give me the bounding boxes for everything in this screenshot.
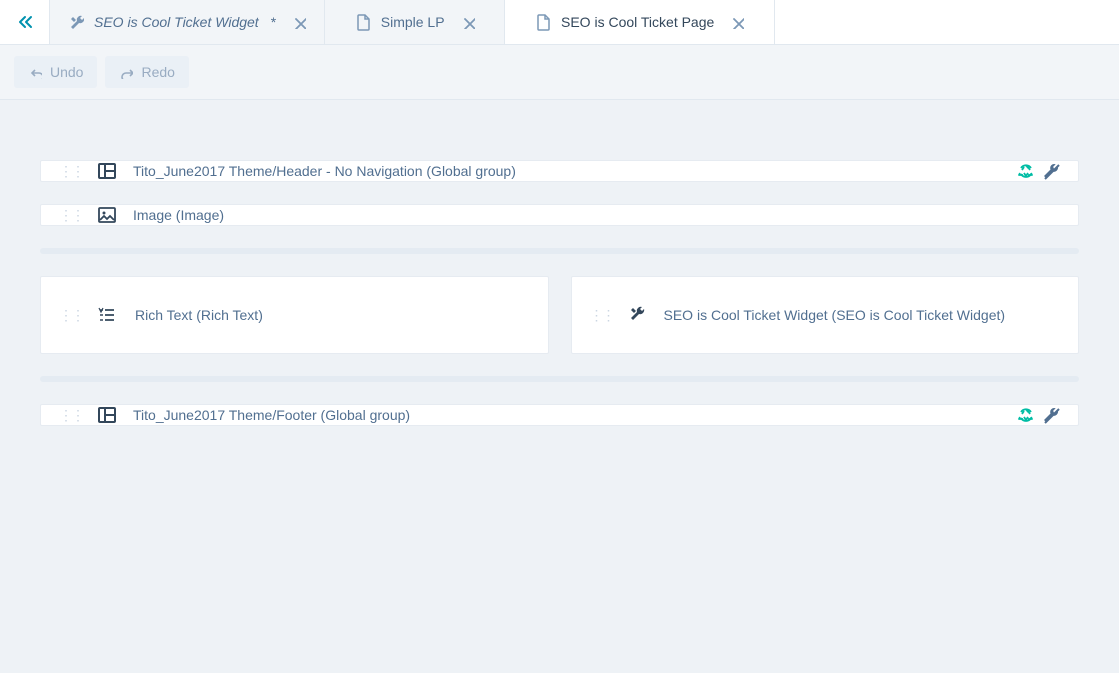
- collapse-sidebar-button[interactable]: [0, 0, 50, 44]
- drag-handle-icon[interactable]: [59, 413, 83, 418]
- tab-seo-ticket-page[interactable]: SEO is Cool Ticket Page: [505, 0, 775, 44]
- drag-handle-icon[interactable]: [59, 169, 83, 174]
- tab-label: SEO is Cool Ticket Widget: [94, 14, 259, 30]
- image-icon: [97, 205, 119, 225]
- module-title: SEO is Cool Ticket Widget (SEO is Cool T…: [664, 307, 1006, 323]
- module-seo-widget[interactable]: SEO is Cool Ticket Widget (SEO is Cool T…: [571, 276, 1080, 354]
- recycle-icon[interactable]: [1016, 162, 1034, 180]
- module-image[interactable]: Image (Image): [40, 204, 1079, 226]
- module-richtext[interactable]: Rich Text (Rich Text): [40, 276, 549, 354]
- redo-icon: [119, 65, 133, 79]
- tab-seo-widget[interactable]: SEO is Cool Ticket Widget *: [50, 0, 325, 44]
- tab-label: Simple LP: [381, 14, 445, 30]
- layout-canvas: Tito_June2017 Theme/Header - No Navigati…: [0, 100, 1119, 456]
- layout-icon: [97, 161, 119, 181]
- tools-icon: [68, 14, 84, 30]
- row-divider[interactable]: [40, 376, 1079, 382]
- locked-icon[interactable]: [1042, 162, 1060, 180]
- layout-icon: [97, 405, 119, 425]
- page-icon: [355, 13, 371, 31]
- redo-button[interactable]: Redo: [105, 56, 188, 88]
- module-title: Rich Text (Rich Text): [135, 307, 263, 323]
- module-title: Image (Image): [133, 207, 224, 223]
- close-icon[interactable]: [461, 15, 475, 29]
- richtext-icon: [97, 305, 121, 325]
- row-divider[interactable]: [40, 248, 1079, 254]
- undo-icon: [28, 65, 42, 79]
- undo-button[interactable]: Undo: [14, 56, 97, 88]
- drag-handle-icon[interactable]: [59, 313, 83, 318]
- tab-simple-lp[interactable]: Simple LP: [325, 0, 505, 44]
- tab-label: SEO is Cool Ticket Page: [561, 14, 714, 30]
- drag-handle-icon[interactable]: [590, 313, 614, 318]
- redo-label: Redo: [141, 64, 174, 80]
- toolbar: Undo Redo: [0, 45, 1119, 100]
- drag-handle-icon[interactable]: [59, 213, 83, 218]
- close-icon[interactable]: [730, 15, 744, 29]
- tab-strip: SEO is Cool Ticket Widget * Simple LP SEO…: [0, 0, 1119, 45]
- module-title: Tito_June2017 Theme/Footer (Global group…: [133, 407, 410, 423]
- recycle-icon[interactable]: [1016, 406, 1034, 424]
- chevrons-left-icon: [16, 14, 34, 30]
- undo-label: Undo: [50, 64, 83, 80]
- tools-icon: [628, 305, 650, 325]
- dirty-indicator: *: [271, 14, 276, 30]
- locked-icon[interactable]: [1042, 406, 1060, 424]
- module-title: Tito_June2017 Theme/Header - No Navigati…: [133, 163, 516, 179]
- page-icon: [535, 13, 551, 31]
- module-header[interactable]: Tito_June2017 Theme/Header - No Navigati…: [40, 160, 1079, 182]
- close-icon[interactable]: [292, 15, 306, 29]
- module-footer[interactable]: Tito_June2017 Theme/Footer (Global group…: [40, 404, 1079, 426]
